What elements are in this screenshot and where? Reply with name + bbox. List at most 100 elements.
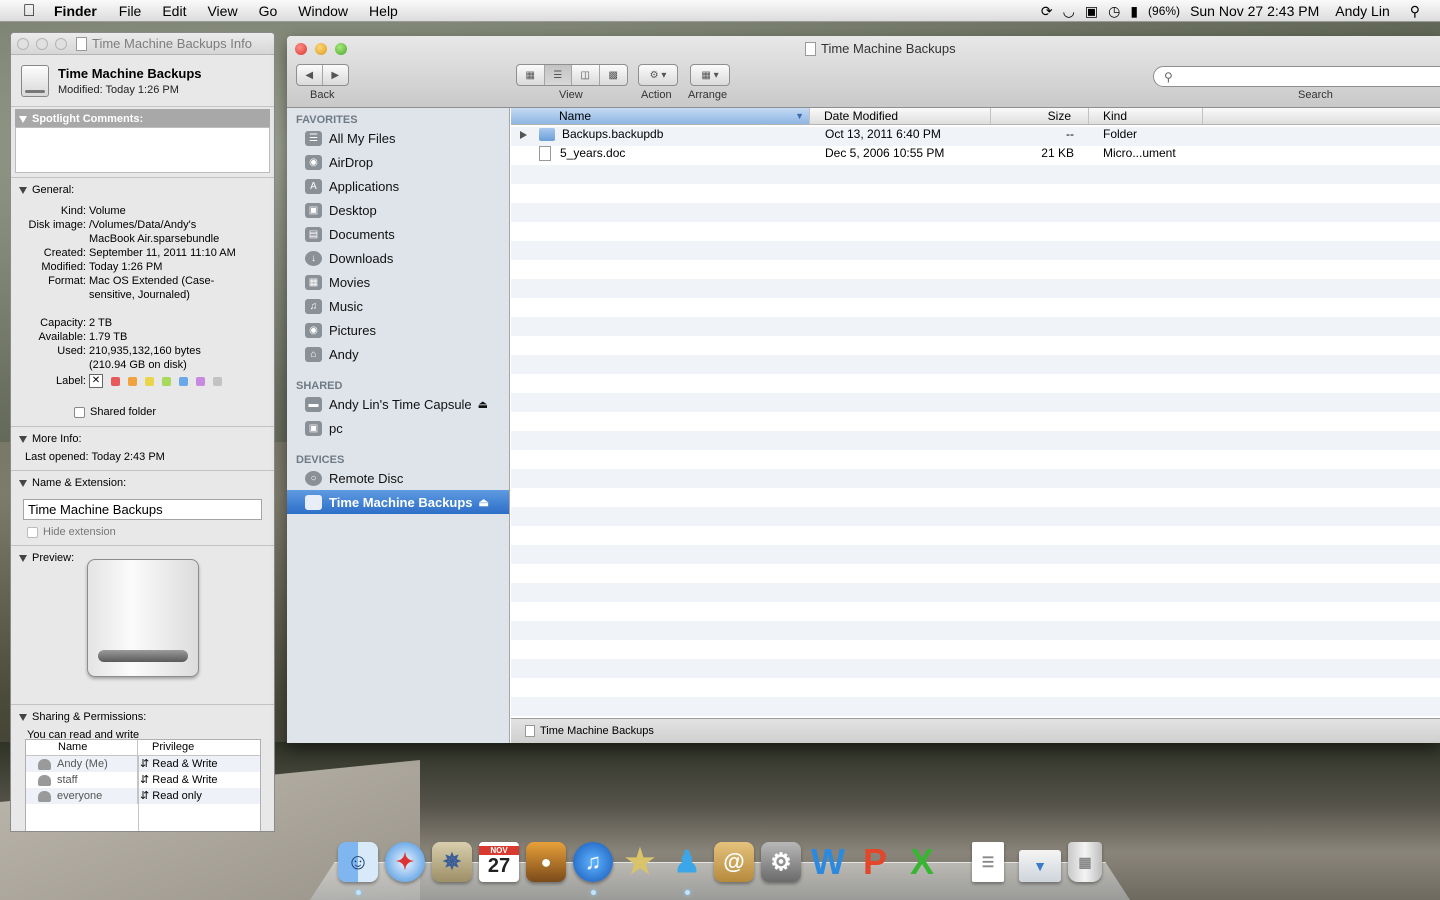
mail-icon[interactable]: ✵ bbox=[432, 842, 472, 882]
trash-icon[interactable]: ▦ bbox=[1068, 842, 1102, 882]
disclosure-triangle-icon[interactable] bbox=[19, 713, 27, 721]
general-header[interactable]: General: bbox=[11, 180, 274, 198]
disclosure-triangle-icon[interactable] bbox=[19, 554, 27, 562]
perm-col-privilege[interactable]: Privilege bbox=[138, 740, 194, 755]
label-gray-button[interactable] bbox=[213, 376, 222, 386]
menu-window[interactable]: Window bbox=[298, 3, 348, 19]
file-row[interactable]: Backups.backupdb Oct 13, 2011 6:40 PM --… bbox=[511, 125, 1440, 144]
menu-file[interactable]: File bbox=[119, 3, 142, 19]
label-yellow-button[interactable] bbox=[145, 376, 154, 386]
minimize-button[interactable] bbox=[315, 43, 327, 55]
sidebar-item-all-my-files[interactable]: ☰ All My Files bbox=[287, 126, 509, 150]
sidebar-item-andy[interactable]: ⌂ Andy bbox=[287, 342, 509, 366]
back-button[interactable]: ◀ bbox=[297, 65, 323, 85]
info-minimize-button[interactable] bbox=[36, 37, 48, 50]
file-row[interactable]: 5_years.doc Dec 5, 2006 10:55 PM 21 KB M… bbox=[511, 144, 1440, 163]
sidebar-item-applications[interactable]: A Applications bbox=[287, 174, 509, 198]
info-close-button[interactable] bbox=[17, 37, 29, 50]
wifi-icon[interactable]: ◡ bbox=[1063, 3, 1075, 20]
sidebar-item-pictures[interactable]: ◉ Pictures bbox=[287, 318, 509, 342]
documents-stack-icon[interactable]: ☰ bbox=[972, 842, 1004, 882]
disclosure-triangle-icon[interactable] bbox=[19, 186, 27, 194]
menu-help[interactable]: Help bbox=[369, 3, 398, 19]
safari-icon[interactable]: ✦ bbox=[385, 842, 425, 882]
sharing-header[interactable]: Sharing & Permissions: bbox=[11, 707, 274, 725]
finder-icon[interactable]: ☺ bbox=[338, 842, 378, 882]
display-icon[interactable]: ▣ bbox=[1085, 3, 1098, 20]
sidebar-item-time-capsule[interactable]: ▬ Andy Lin's Time Capsule ⏏ bbox=[287, 392, 509, 416]
label-red-button[interactable] bbox=[111, 376, 120, 386]
zoom-button[interactable] bbox=[335, 43, 347, 55]
forward-button[interactable]: ▶ bbox=[323, 65, 348, 85]
path-bar-label[interactable]: Time Machine Backups bbox=[540, 725, 654, 737]
sidebar-item-time-machine-backups[interactable]: Time Machine Backups ⏏ bbox=[287, 490, 509, 514]
sidebar-item-downloads[interactable]: ↓ Downloads bbox=[287, 246, 509, 270]
apple-menu-icon[interactable]:  bbox=[19, 1, 39, 21]
powerpoint-icon[interactable]: P bbox=[855, 841, 895, 882]
disclosure-triangle-icon[interactable] bbox=[19, 435, 27, 443]
icon-view-button[interactable]: ▦ bbox=[517, 65, 545, 85]
label-blue-button[interactable] bbox=[179, 376, 188, 386]
system-preferences-icon[interactable]: ⚙ bbox=[761, 842, 801, 882]
privilege-popup[interactable]: ⇵ Read & Write bbox=[138, 756, 218, 772]
ical-icon[interactable]: NOV 27 bbox=[479, 842, 519, 882]
name-extension-header[interactable]: Name & Extension: bbox=[11, 473, 274, 491]
menu-edit[interactable]: Edit bbox=[162, 3, 186, 19]
sidebar-item-music[interactable]: ♫ Music bbox=[287, 294, 509, 318]
label-orange-button[interactable] bbox=[128, 376, 137, 386]
sidebar-item-airdrop[interactable]: ◉ AirDrop bbox=[287, 150, 509, 174]
sync-status-icon[interactable]: ⟳ bbox=[1041, 3, 1053, 20]
column-name-header[interactable]: Name ▼ bbox=[511, 108, 810, 124]
permission-row[interactable]: Andy (Me) ⇵ Read & Write bbox=[26, 756, 260, 772]
sidebar-item-remote-disc[interactable]: ○ Remote Disc bbox=[287, 466, 509, 490]
column-date-header[interactable]: Date Modified bbox=[810, 108, 991, 124]
eject-icon[interactable]: ⏏ bbox=[478, 398, 488, 411]
disclosure-triangle-icon[interactable] bbox=[19, 115, 27, 123]
menu-user[interactable]: Andy Lin bbox=[1335, 3, 1389, 19]
label-green-button[interactable] bbox=[162, 376, 171, 386]
permission-row[interactable]: staff ⇵ Read & Write bbox=[26, 772, 260, 788]
sidebar-item-documents[interactable]: ▤ Documents bbox=[287, 222, 509, 246]
perm-col-name[interactable]: Name bbox=[26, 740, 138, 755]
label-purple-button[interactable] bbox=[196, 376, 205, 386]
address-book-icon[interactable]: @ bbox=[714, 842, 754, 882]
iphoto-icon[interactable]: ● bbox=[526, 842, 566, 882]
info-zoom-button[interactable] bbox=[55, 37, 67, 50]
coverflow-view-button[interactable]: ▩ bbox=[600, 65, 627, 85]
spotlight-search-icon[interactable]: ⚲ bbox=[1410, 3, 1420, 20]
arrange-menu-button[interactable]: ▦ ▾ bbox=[690, 64, 730, 86]
hide-extension-checkbox[interactable] bbox=[27, 526, 38, 538]
eject-icon[interactable]: ⏏ bbox=[479, 496, 489, 509]
spotlight-comments-header[interactable]: Spotlight Comments: bbox=[15, 109, 270, 127]
action-menu-button[interactable]: ⚙ ▾ bbox=[638, 64, 678, 86]
menu-go[interactable]: Go bbox=[259, 3, 278, 19]
time-machine-icon[interactable]: ◷ bbox=[1108, 3, 1120, 20]
privilege-popup[interactable]: ⇵ Read & Write bbox=[138, 772, 218, 788]
downloads-stack-icon[interactable]: ▼ bbox=[1019, 850, 1061, 882]
sidebar-item-desktop[interactable]: ▣ Desktop bbox=[287, 198, 509, 222]
column-view-button[interactable]: ◫ bbox=[572, 65, 600, 85]
menu-app-finder[interactable]: Finder bbox=[54, 3, 97, 19]
column-size-header[interactable]: Size bbox=[991, 108, 1089, 124]
word-icon[interactable]: W bbox=[808, 841, 848, 882]
imovie-icon[interactable]: ★ bbox=[620, 842, 660, 882]
excel-icon[interactable]: X bbox=[902, 841, 942, 882]
shared-folder-checkbox[interactable] bbox=[74, 406, 85, 418]
privilege-popup[interactable]: ⇵ Read only bbox=[138, 788, 202, 804]
column-kind-header[interactable]: Kind bbox=[1089, 108, 1203, 124]
sidebar-item-movies[interactable]: ▦ Movies bbox=[287, 270, 509, 294]
more-info-header[interactable]: More Info: bbox=[11, 429, 274, 447]
menu-clock[interactable]: Sun Nov 27 2:43 PM bbox=[1190, 3, 1319, 19]
itunes-icon[interactable]: ♫ bbox=[573, 842, 613, 882]
close-button[interactable] bbox=[295, 43, 307, 55]
search-input[interactable]: ⚲ bbox=[1153, 66, 1440, 87]
permission-row[interactable]: everyone ⇵ Read only bbox=[26, 788, 260, 804]
label-none-button[interactable]: ✕ bbox=[89, 374, 103, 388]
name-field[interactable]: Time Machine Backups bbox=[23, 499, 262, 520]
list-view-button[interactable]: ☰ bbox=[544, 65, 572, 85]
sidebar-item-pc[interactable]: ▣ pc bbox=[287, 416, 509, 440]
battery-icon[interactable]: ▮ bbox=[1130, 3, 1138, 20]
messenger-icon[interactable]: ♟ bbox=[667, 842, 707, 882]
disclosure-triangle-icon[interactable] bbox=[520, 130, 527, 139]
spotlight-comments-field[interactable] bbox=[15, 127, 270, 173]
